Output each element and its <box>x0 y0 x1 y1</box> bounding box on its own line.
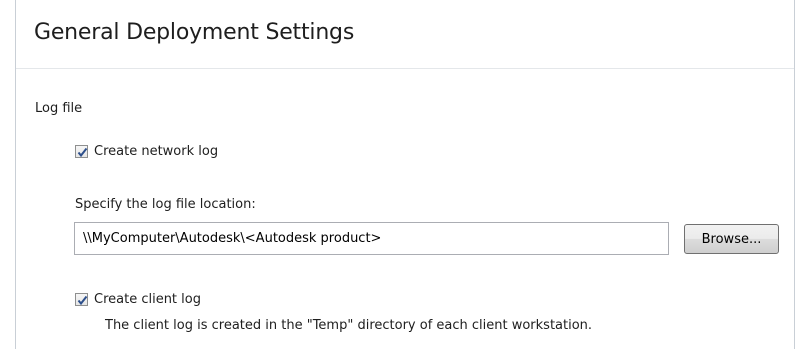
log-file-section-label: Log file <box>35 101 83 116</box>
client-log-label: Create client log <box>94 292 201 307</box>
checkmark-icon <box>77 147 88 158</box>
network-log-label: Create network log <box>94 144 219 159</box>
network-log-checkbox[interactable] <box>75 145 88 158</box>
checkmark-icon <box>77 295 88 306</box>
log-location-label: Specify the log file location: <box>75 197 256 212</box>
client-log-checkbox-row[interactable]: Create client log <box>75 292 201 307</box>
browse-button[interactable]: Browse... <box>684 224 779 254</box>
client-log-description: The client log is created in the "Temp" … <box>105 318 593 333</box>
network-log-checkbox-row[interactable]: Create network log <box>75 144 218 159</box>
settings-panel: General Deployment Settings Log file Cre… <box>15 0 795 349</box>
log-location-input[interactable] <box>74 222 669 255</box>
client-log-checkbox[interactable] <box>75 293 88 306</box>
page-title: General Deployment Settings <box>34 20 355 45</box>
title-divider <box>16 68 794 69</box>
